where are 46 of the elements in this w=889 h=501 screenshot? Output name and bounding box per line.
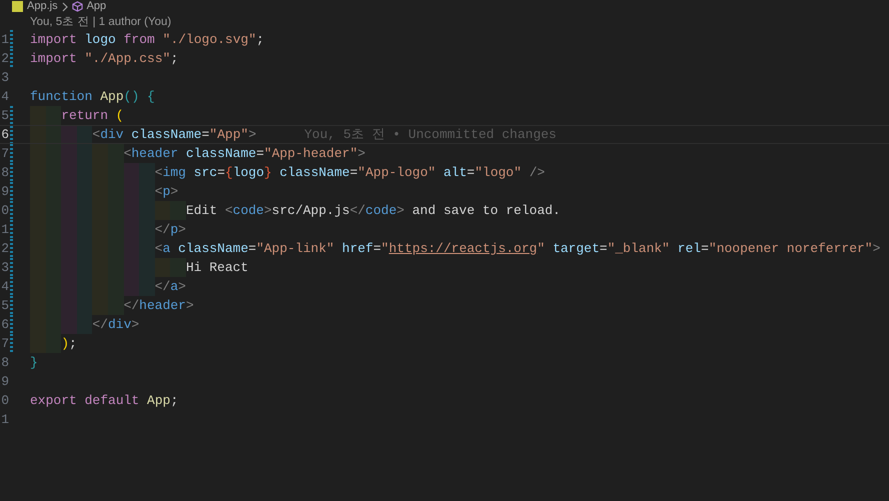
code-line: ); [61,335,77,353]
inline-blame-text: You, 5초 전 • Uncommitted changes [304,126,556,143]
code-line: <img src={logo} className="App-logo" alt="logo" /> [154,164,545,182]
line-number: 5 [0,107,9,125]
line-number: 6 [0,316,9,334]
javascript-file-icon [12,1,23,12]
code-line: <div className="App"> [92,126,256,143]
line-number: 5 [0,297,9,315]
code-line: </header> [124,297,194,315]
line-number: 0 [0,202,9,220]
code-line: </p> [154,221,186,239]
line-number: 9 [0,183,9,201]
code-line: return ( [61,107,124,125]
line-number: 3 [0,69,9,87]
code-line: export default App; [30,392,178,410]
line-number: 2 [0,240,9,258]
line-number: 9 [0,373,9,391]
line-number: 2 [0,50,9,68]
line-number: 8 [0,164,9,182]
code-line: import logo from "./logo.svg"; [30,31,264,49]
code-line: Edit <code>src/App.js</code> and save to reload. [186,202,560,220]
line-number: 3 [0,259,9,277]
line-number: 1 [0,411,9,429]
line-number: 8 [0,354,9,372]
line-number: 0 [0,392,9,410]
line-number: 7 [0,335,9,353]
cube-icon [72,1,83,12]
breadcrumb-item[interactable]: App.js [27,0,58,13]
code-line: <p> [154,183,178,201]
line-number: 1 [0,31,9,49]
code-line: } [30,354,38,372]
code-line: function App() { [30,88,155,106]
code-line: import "./App.css"; [30,50,178,68]
code-line: <a className="App-link" href="https://reactjs.org" target="_blank" rel="noopener noreferrer"> [154,240,880,258]
line-number: 6 [0,126,9,143]
breadcrumb-item[interactable]: App [86,0,106,13]
line-number: 1 [0,221,9,239]
code-line: </div> [92,316,140,334]
chevron-icon [62,2,68,12]
line-number: 7 [0,145,9,163]
code-line: Hi React [186,259,248,277]
code-line: <header className="App-header"> [124,145,366,163]
line-number: 4 [0,88,9,106]
code-line: </a> [154,278,186,296]
codelens-text[interactable]: You, 5초 전 | 1 author (You) [30,14,172,29]
line-number: 4 [0,278,9,296]
